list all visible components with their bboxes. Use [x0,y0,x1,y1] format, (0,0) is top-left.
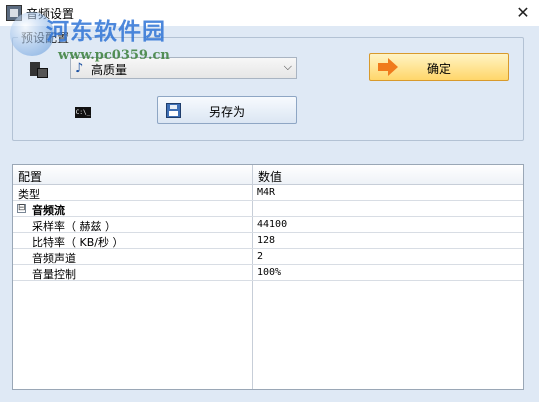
close-button[interactable]: ✕ [507,0,539,26]
property-row[interactable]: 音频声道 2 [13,249,523,265]
property-name: 采样率（ 赫兹 ） [32,220,116,233]
property-name: 类型 [18,188,40,201]
column-header-value: 数值 [258,170,283,184]
title-bar: 音频设置 ✕ [0,0,539,26]
property-grid-header: 配置 数值 [13,165,523,185]
save-as-button-label: 另存为 [208,105,245,119]
close-icon: ✕ [516,3,530,22]
music-note-icon: ♪ [75,61,84,76]
property-value: M4R [257,187,276,198]
ok-button[interactable]: 确定 [369,53,509,81]
property-name: 比特率（ KB/秒 ） [32,236,124,249]
property-name: 音频声道 [32,252,76,265]
preset-dropdown[interactable]: ♪ 高质量 ⌵ [70,57,297,79]
column-header-config: 配置 [18,170,43,184]
property-value: 2 [257,251,264,262]
save-as-button[interactable]: 另存为 [157,96,297,124]
window-title: 音频设置 [26,7,75,21]
collapse-icon[interactable]: ⊟ [17,204,26,213]
property-value: 100% [257,267,282,278]
cmd-icon: C:\_ [75,107,91,118]
property-value: 128 [257,235,276,246]
property-category-audio-stream[interactable]: ⊟ 音频流 [13,201,523,217]
property-name: 音量控制 [32,268,76,281]
property-row[interactable]: 音量控制 100% [13,265,523,281]
property-row-type[interactable]: 类型 M4R [13,185,523,201]
app-icon [6,5,22,21]
property-row[interactable]: 比特率（ KB/秒 ） 128 [13,233,523,249]
property-value: 44100 [257,219,288,230]
category-name: 音频流 [32,204,65,217]
property-grid: 配置 数值 类型 M4R ⊟ 音频流 采样率（ 赫兹 ） 44100 比特率（ … [12,164,524,390]
ok-button-label: 确定 [426,62,451,76]
preset-dropdown-value: 高质量 [91,63,128,77]
preset-group-legend: 预设配置 [18,29,73,46]
chevron-down-icon: ⌵ [283,60,292,73]
preset-icon [28,60,50,80]
property-row[interactable]: 采样率（ 赫兹 ） 44100 [13,217,523,233]
